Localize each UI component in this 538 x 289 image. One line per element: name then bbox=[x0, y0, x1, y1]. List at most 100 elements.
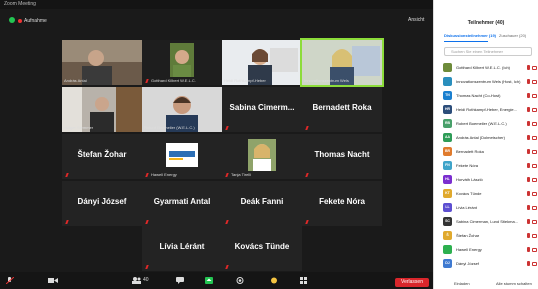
mute-all-button[interactable]: Alle stumm schalten bbox=[496, 281, 532, 286]
tab-panelists[interactable]: Diskussionsteilnehmer (19) bbox=[444, 33, 496, 38]
participant-row[interactable]: AA András Antal (Dolmetscher) bbox=[434, 132, 538, 144]
invite-button[interactable]: Einladen bbox=[454, 281, 470, 286]
participant-tabs: Diskussionsteilnehmer (19) Zuschauer (20… bbox=[444, 33, 532, 40]
participant-row[interactable]: FN Fekete Nóra bbox=[434, 160, 538, 172]
participant-row[interactable]: RB Robert Boemeiler (W.E.L.C.) bbox=[434, 118, 538, 130]
video-tile[interactable]: Holger Stemmer bbox=[62, 87, 142, 132]
video-off-icon[interactable] bbox=[532, 248, 537, 252]
tab-attendees[interactable]: Zuschauer (20) bbox=[499, 33, 526, 38]
microphone-muted-icon[interactable] bbox=[527, 247, 530, 252]
video-off-icon[interactable] bbox=[532, 108, 537, 112]
microphone-muted-icon[interactable] bbox=[527, 65, 530, 70]
apps-icon[interactable] bbox=[300, 277, 308, 284]
video-tile[interactable]: Hawell Energy bbox=[142, 134, 222, 179]
microphone-muted-icon[interactable] bbox=[527, 121, 530, 126]
microphone-muted-icon[interactable] bbox=[527, 163, 530, 168]
participant-row[interactable]: KT Kovács Tünde bbox=[434, 188, 538, 200]
microphone-muted-icon[interactable] bbox=[527, 177, 530, 182]
meeting-toolbar bbox=[0, 272, 433, 289]
video-tile[interactable]: Robert Boemeiler (W.E.L.C.) bbox=[142, 87, 222, 132]
tile-label: Innovationszentrum Wels bbox=[304, 78, 349, 83]
participant-name: Kovács Tünde bbox=[234, 242, 290, 251]
record-icon[interactable] bbox=[236, 277, 244, 284]
microphone-muted-icon[interactable] bbox=[527, 135, 530, 140]
video-tile[interactable]: Gyarmati Antal bbox=[142, 181, 222, 226]
video-tile[interactable]: Dányi József bbox=[62, 181, 142, 226]
video-off-icon[interactable] bbox=[532, 192, 537, 196]
video-off-icon[interactable] bbox=[532, 164, 537, 168]
participant-name: Sabina Cimerm... bbox=[229, 103, 295, 112]
video-tile[interactable]: Bernadett Roka bbox=[302, 87, 382, 132]
video-tile[interactable]: Gotthard Kilbert W.E.L.C. bbox=[142, 40, 222, 85]
avatar: HL bbox=[443, 175, 452, 184]
view-button[interactable]: Ansicht bbox=[408, 17, 424, 23]
video-tile[interactable]: Kovács Tünde bbox=[222, 226, 302, 271]
video-tile[interactable]: Heidi Rothkampf-Heber bbox=[222, 40, 302, 85]
video-off-icon[interactable] bbox=[532, 150, 537, 154]
participant-row[interactable]: BR Bernadett Roka bbox=[434, 146, 538, 158]
tile-label: Holger Stemmer bbox=[64, 125, 94, 130]
video-off-icon[interactable] bbox=[532, 262, 537, 266]
microphone-muted-icon[interactable] bbox=[527, 205, 530, 210]
participant-name: Bernadett Roka bbox=[456, 149, 484, 154]
microphone-muted-icon[interactable] bbox=[527, 219, 530, 224]
muted-mic-icon bbox=[145, 79, 149, 83]
microphone-muted-icon[interactable] bbox=[527, 149, 530, 154]
video-tile[interactable]: Tanja Tirelli bbox=[222, 134, 302, 179]
microphone-muted-icon[interactable] bbox=[527, 233, 530, 238]
participant-row[interactable]: Innovationszentrum Wels (Host, Ich) bbox=[434, 76, 538, 88]
participant-row[interactable]: DJ Dányi József bbox=[434, 258, 538, 270]
muted-mic-icon bbox=[225, 173, 229, 177]
participant-row[interactable]: LL Lívia Léránt bbox=[434, 202, 538, 214]
participant-name: Fekete Nóra bbox=[319, 197, 365, 206]
video-tile[interactable]: Lívia Léránt bbox=[142, 226, 222, 271]
participant-row[interactable]: TN Thomas Nacht (Co-Host) bbox=[434, 90, 538, 102]
leave-meeting-button[interactable]: Verlassen bbox=[395, 278, 429, 287]
video-tile[interactable]: Sabina Cimerm... bbox=[222, 87, 302, 132]
video-off-icon[interactable] bbox=[532, 66, 537, 70]
avatar: AA bbox=[443, 133, 452, 142]
microphone-muted-icon[interactable] bbox=[527, 107, 530, 112]
video-tile[interactable]: Deák Fanni bbox=[222, 181, 302, 226]
video-off-icon[interactable] bbox=[532, 94, 537, 98]
video-off-icon[interactable] bbox=[532, 206, 537, 210]
video-tile[interactable]: Fekete Nóra bbox=[302, 181, 382, 226]
participants-icon[interactable] bbox=[132, 277, 141, 284]
video-off-icon[interactable] bbox=[532, 220, 537, 224]
participant-name: Thomas Nacht (Co-Host) bbox=[456, 93, 501, 98]
video-off-icon[interactable] bbox=[532, 178, 537, 182]
participant-row[interactable]: Gotthard Kilbert W.E.L.C. (Ich) bbox=[434, 62, 538, 74]
participant-row[interactable]: Š Štefan Žohar bbox=[434, 230, 538, 242]
video-camera-icon[interactable] bbox=[48, 277, 58, 284]
reactions-icon[interactable] bbox=[270, 277, 278, 284]
participant-row[interactable]: SC Sabina Cimerman, Lund Stiekma... bbox=[434, 216, 538, 228]
video-tile[interactable]: Štefan Žohar bbox=[62, 134, 142, 179]
microphone-muted-icon[interactable] bbox=[527, 93, 530, 98]
participant-row[interactable]: HL Horváth László bbox=[434, 174, 538, 186]
video-off-icon[interactable] bbox=[532, 122, 537, 126]
avatar: KT bbox=[443, 189, 452, 198]
tile-label: Gotthard Kilbert W.E.L.C. bbox=[151, 78, 196, 83]
share-screen-icon[interactable] bbox=[205, 277, 213, 284]
video-tile-active-speaker[interactable]: Innovationszentrum Wels bbox=[300, 38, 384, 87]
participant-row[interactable]: Hawell Energy bbox=[434, 244, 538, 256]
participant-search-input[interactable]: Suchen Sie einen Teilnehmer bbox=[444, 47, 532, 56]
chat-icon[interactable] bbox=[176, 277, 184, 284]
video-off-icon[interactable] bbox=[532, 136, 537, 140]
microphone-muted-icon[interactable] bbox=[527, 191, 530, 196]
microphone-muted-icon[interactable] bbox=[6, 277, 14, 284]
participant-name: András Antal (Dolmetscher) bbox=[456, 135, 505, 140]
video-tile[interactable]: Thomas Nacht bbox=[302, 134, 382, 179]
participant-row[interactable]: HR Heidi Rothkampf-Heber, Energie... bbox=[434, 104, 538, 116]
muted-mic-icon bbox=[65, 173, 69, 177]
avatar: TN bbox=[443, 91, 452, 100]
video-off-icon[interactable] bbox=[532, 80, 537, 84]
security-shield-icon[interactable] bbox=[9, 17, 15, 23]
video-off-icon[interactable] bbox=[532, 234, 537, 238]
muted-mic-icon bbox=[305, 126, 309, 130]
microphone-muted-icon[interactable] bbox=[527, 79, 530, 84]
video-tile[interactable]: András Antal bbox=[62, 40, 142, 85]
microphone-muted-icon[interactable] bbox=[527, 261, 530, 266]
participant-name: Lívia Léránt bbox=[159, 242, 205, 251]
meeting-topbar bbox=[0, 9, 433, 23]
